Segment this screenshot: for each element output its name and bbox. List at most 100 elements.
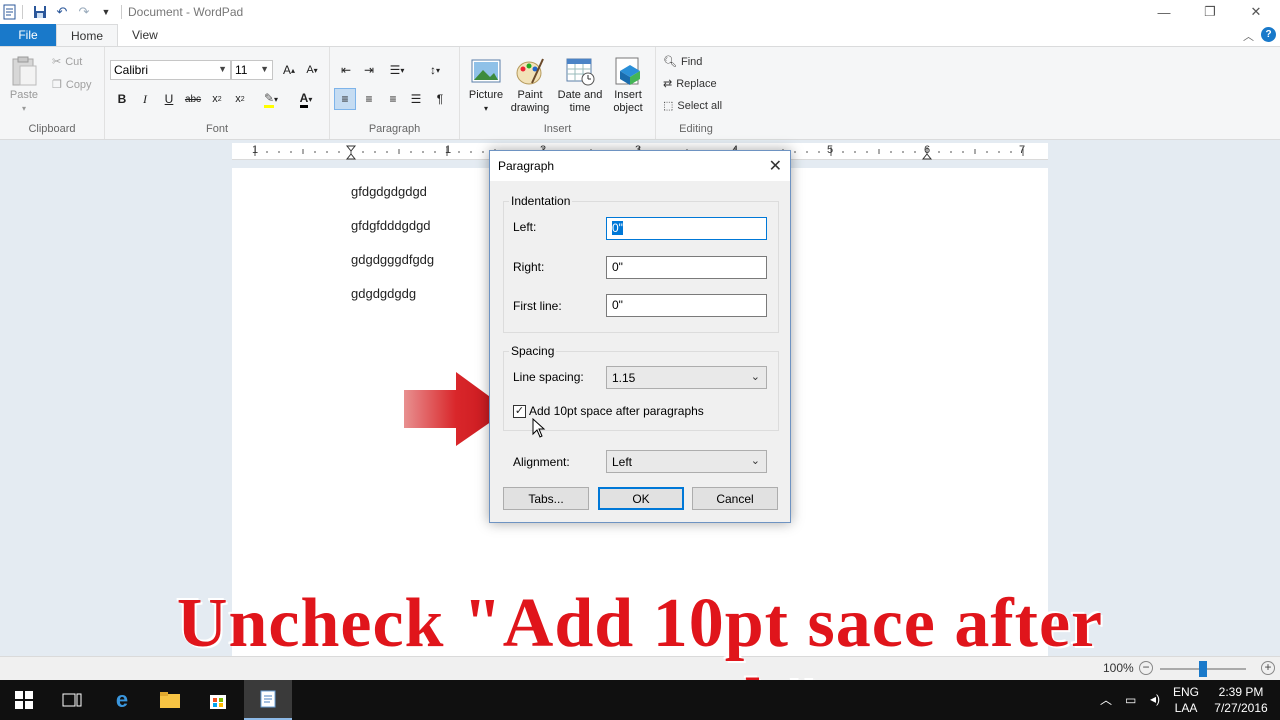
- input-language[interactable]: ENG LAA: [1172, 684, 1200, 716]
- left-indent-value: 0": [612, 221, 623, 235]
- volume-icon[interactable]: ◂): [1150, 691, 1160, 707]
- ribbon: Paste ▾ ✂ Cut ❐ Copy Clipboard Calibri ▼ 11…: [0, 46, 1280, 140]
- store-icon: [210, 695, 226, 709]
- copy-icon: ❐: [52, 79, 62, 91]
- paragraph-settings-icon[interactable]: ¶: [429, 88, 451, 110]
- date-time-button[interactable]: Date and time: [556, 55, 604, 115]
- tray-chevron-icon[interactable]: ︿: [1100, 692, 1112, 708]
- ruler-number: 7: [1019, 144, 1026, 156]
- network-icon[interactable]: ▭: [1125, 692, 1136, 708]
- highlight-color-icon[interactable]: ✎ ▾: [255, 88, 287, 110]
- date-time-label: Date and time: [557, 89, 603, 114]
- chevron-down-icon: ⌄: [750, 371, 760, 383]
- line-spacing-icon[interactable]: ↕ ▾: [420, 59, 450, 81]
- justify-icon[interactable]: ☰: [405, 88, 427, 110]
- strikethrough-icon[interactable]: abc: [182, 88, 204, 110]
- title-bar: ↶ ↷ ▼ Document - WordPad — ❐ ✕: [0, 0, 1280, 24]
- customize-toolbar-icon[interactable]: ▼: [95, 1, 117, 23]
- task-view-button[interactable]: [48, 680, 96, 720]
- align-center-icon[interactable]: ≡: [358, 88, 380, 110]
- select-all-icon: ⬚: [663, 100, 674, 112]
- copy-label: Copy: [65, 78, 92, 91]
- help-icon[interactable]: ?: [1261, 27, 1276, 42]
- font-color-icon[interactable]: A ▾: [290, 88, 322, 110]
- line-spacing-value: 1.15: [612, 371, 636, 385]
- right-indent-input[interactable]: 0": [606, 256, 767, 279]
- picture-button[interactable]: Picture ▾: [466, 55, 506, 115]
- hanging-indent-marker: [345, 153, 357, 160]
- close-window-button[interactable]: ✕: [1233, 0, 1279, 24]
- align-left-icon[interactable]: ≡: [334, 88, 356, 110]
- left-indent-label: Left:: [513, 220, 537, 234]
- minimize-button[interactable]: —: [1141, 0, 1187, 24]
- insert-group-label: Insert: [543, 123, 572, 135]
- tab-view[interactable]: View: [118, 24, 172, 46]
- collapse-ribbon-icon[interactable]: ︿: [1243, 28, 1254, 44]
- first-line-input[interactable]: 0": [606, 294, 767, 317]
- wordpad-taskbar-button[interactable]: [244, 680, 292, 720]
- save-icon[interactable]: [29, 1, 51, 23]
- bullets-icon[interactable]: ☰ ▾: [382, 59, 412, 81]
- replace-label: Replace: [676, 77, 717, 90]
- close-icon[interactable]: ✕: [769, 156, 782, 176]
- spacing-legend: Spacing: [509, 344, 557, 358]
- ruler-number: 6: [924, 144, 931, 156]
- left-indent-input[interactable]: 0": [606, 217, 767, 240]
- file-explorer-button[interactable]: [146, 680, 194, 720]
- paste-icon: [12, 56, 37, 86]
- add-space-checkbox[interactable]: ✓: [513, 405, 526, 418]
- clock-time: 2:39 PM: [1218, 685, 1264, 699]
- select-all-label: Select all: [677, 99, 723, 112]
- alignment-select[interactable]: Left ⌄: [606, 450, 767, 473]
- chevron-down-icon: ▼: [260, 64, 269, 74]
- tabs-button[interactable]: Tabs...: [503, 487, 589, 510]
- ok-button[interactable]: OK: [598, 487, 684, 510]
- picture-label: Picture: [468, 89, 504, 101]
- insert-object-button[interactable]: Insert object: [608, 55, 648, 115]
- paint-drawing-button[interactable]: Paint drawing: [508, 55, 552, 115]
- font-family-select[interactable]: Calibri ▼: [110, 60, 231, 80]
- align-right-icon[interactable]: ≡: [382, 88, 404, 110]
- font-size-select[interactable]: 11 ▼: [231, 60, 273, 80]
- add-space-label[interactable]: Add 10pt space after paragraphs: [529, 404, 704, 418]
- italic-icon[interactable]: I: [134, 88, 156, 110]
- ribbon-tabs: File Home View ︿ ?: [0, 24, 1280, 46]
- windows-logo-icon: [15, 691, 33, 709]
- underline-icon[interactable]: U: [158, 88, 180, 110]
- tab-home[interactable]: Home: [56, 24, 119, 46]
- document-line: gfdgdgdgdgd: [351, 184, 427, 199]
- undo-icon[interactable]: ↶: [51, 1, 73, 23]
- redo-icon[interactable]: ↷: [73, 1, 95, 23]
- select-all-button[interactable]: ⬚ Select all: [663, 99, 723, 113]
- wordpad-app-icon[interactable]: [2, 4, 18, 20]
- paste-button[interactable]: Paste ▾: [8, 55, 40, 115]
- superscript-icon[interactable]: x2: [229, 88, 251, 110]
- maximize-button[interactable]: ❐: [1187, 0, 1233, 24]
- first-line-label: First line:: [513, 299, 562, 313]
- cancel-button[interactable]: Cancel: [692, 487, 778, 510]
- tab-file[interactable]: File: [0, 24, 56, 46]
- bold-icon[interactable]: B: [111, 88, 133, 110]
- decrease-indent-icon[interactable]: ⇤: [335, 59, 357, 81]
- copy-button[interactable]: ❐ Copy: [52, 78, 92, 92]
- cut-label: Cut: [65, 55, 83, 68]
- document-line: gdgdgggdfgdg: [351, 252, 435, 267]
- calendar-icon: [566, 58, 595, 86]
- line-spacing-select[interactable]: 1.15 ⌄: [606, 366, 767, 389]
- replace-button[interactable]: ⇄ Replace: [663, 77, 717, 91]
- increase-indent-icon[interactable]: ⇥: [358, 59, 380, 81]
- clock[interactable]: 2:39 PM 7/27/2016: [1207, 684, 1275, 716]
- store-button[interactable]: [194, 680, 242, 720]
- find-button[interactable]: 🔍︎ Find: [663, 55, 702, 69]
- dialog-title: Paragraph: [498, 159, 555, 173]
- edge-browser-button[interactable]: e: [98, 680, 146, 720]
- grow-font-icon[interactable]: A ▴: [278, 59, 300, 81]
- cut-button[interactable]: ✂ Cut: [52, 55, 83, 69]
- line-spacing-label: Line spacing:: [513, 370, 584, 384]
- font-group: Calibri ▼ 11 ▼ A ▴ A ▾ B I U abc x2 x2 ✎ ▾ A ▾…: [105, 47, 330, 139]
- paint-icon: [516, 58, 544, 85]
- shrink-font-icon[interactable]: A ▾: [301, 59, 323, 81]
- subscript-icon[interactable]: x2: [206, 88, 228, 110]
- start-button[interactable]: [0, 680, 48, 720]
- paragraph-dialog: Paragraph ✕ Indentation Left: 0" Right: …: [489, 150, 791, 523]
